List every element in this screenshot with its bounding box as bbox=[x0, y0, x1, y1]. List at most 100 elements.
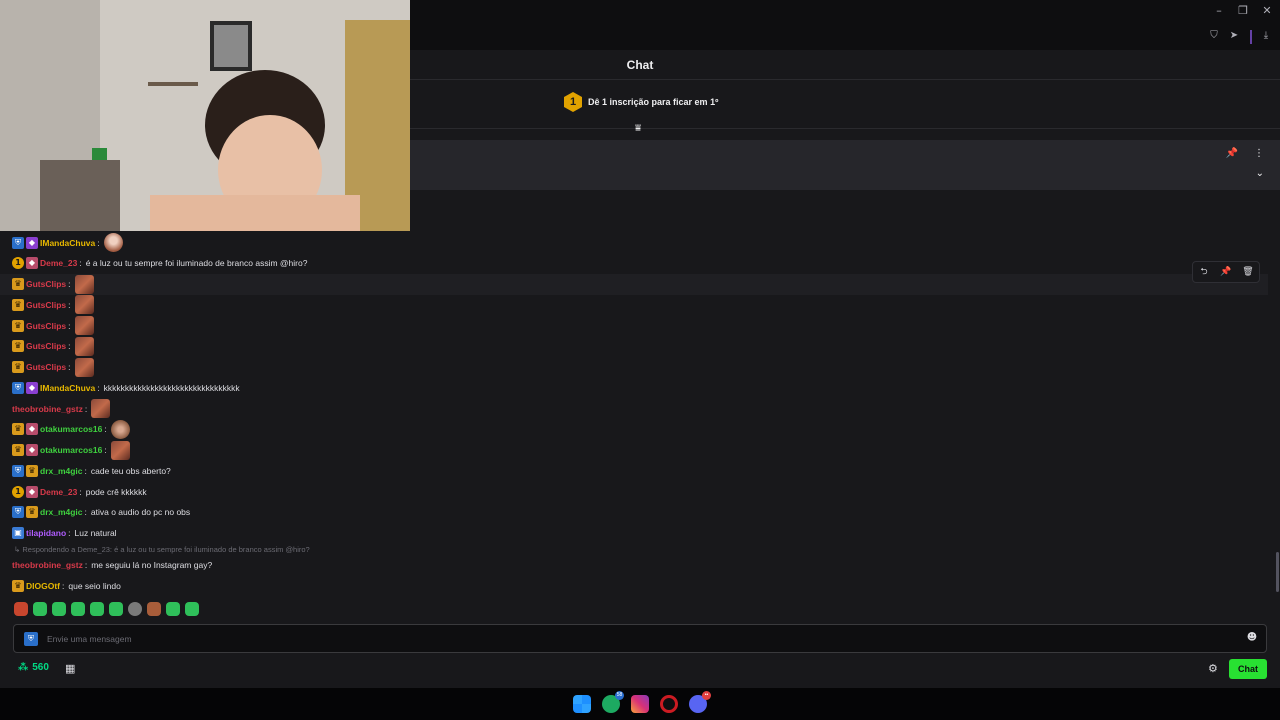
chat-emote[interactable] bbox=[110, 440, 130, 460]
chat-username[interactable]: tilapidano bbox=[26, 528, 66, 538]
emote-option[interactable] bbox=[128, 602, 142, 616]
emote-picker-icon[interactable]: ☻ bbox=[1246, 632, 1258, 644]
chat-scrollbar[interactable] bbox=[1276, 552, 1279, 592]
chat-emote[interactable] bbox=[74, 357, 94, 377]
chat-username[interactable]: GutsClips bbox=[26, 341, 66, 351]
pin-icon[interactable]: 📌 bbox=[1226, 148, 1238, 159]
chat-emote[interactable] bbox=[74, 336, 94, 356]
turbo-badge-icon[interactable]: ▣ bbox=[12, 527, 24, 539]
shield-icon[interactable]: ⛉ bbox=[1208, 30, 1220, 42]
chat-send-button[interactable]: Chat bbox=[1229, 659, 1267, 679]
reply-context[interactable]: ↳ Respondendo a Deme_23: é a luz ou tu s… bbox=[14, 545, 310, 554]
chat-username[interactable]: Deme_23 bbox=[40, 258, 77, 268]
pin-icon[interactable]: 📌 bbox=[1215, 262, 1237, 282]
crown-badge-icon[interactable]: ♛ bbox=[12, 444, 24, 456]
chat-emote[interactable] bbox=[74, 295, 94, 315]
reply-icon[interactable]: ⮌ bbox=[1193, 262, 1215, 282]
emote-option[interactable] bbox=[71, 602, 85, 616]
delete-icon[interactable]: 🗑 bbox=[1237, 262, 1259, 282]
close-icon[interactable]: ✕ bbox=[1260, 4, 1274, 18]
chat-message[interactable]: ♛ GutsClips: ⮌ 📌 🗑 bbox=[0, 260, 1268, 295]
chat-message[interactable]: theobrobine_gstz: me seguiu lá no Instagr… bbox=[12, 554, 212, 575]
emote-option[interactable] bbox=[14, 602, 28, 616]
download-icon[interactable]: ⤓ bbox=[1260, 30, 1272, 42]
subscriber-badge-icon[interactable]: ◆ bbox=[26, 381, 38, 394]
discord-icon[interactable]: •• bbox=[689, 691, 711, 713]
emote-option[interactable] bbox=[109, 602, 123, 616]
chat-message[interactable]: ⛨ ◆ IMandaChuva: kkkkkkkkkkkkkkkkkkkkkkkkkk… bbox=[12, 377, 240, 398]
chat-username[interactable]: DIOGOtf bbox=[26, 581, 60, 591]
whatsapp-icon[interactable]: 58 bbox=[602, 691, 624, 713]
chat-message-input[interactable] bbox=[47, 630, 1227, 648]
chat-message[interactable]: ♛ ◆ otakumarcos16: bbox=[12, 419, 130, 440]
chat-username[interactable]: drx_m4gic bbox=[40, 507, 83, 517]
chat-message[interactable]: ⛨ ♛ drx_m4gic: ativa o audio do pc no obs bbox=[12, 502, 190, 523]
channel-points[interactable]: ⁂ 560 bbox=[18, 662, 49, 673]
prime-badge-icon[interactable]: ⛨ bbox=[12, 381, 24, 394]
chat-username[interactable]: theobrobine_gstz bbox=[12, 560, 83, 570]
sub-badge-icon[interactable]: ◆ bbox=[26, 257, 38, 270]
crown-badge-icon[interactable]: ♛ bbox=[12, 278, 24, 290]
chat-username[interactable]: GutsClips bbox=[26, 362, 66, 372]
chat-emote[interactable] bbox=[110, 419, 130, 439]
crown-badge-icon[interactable]: ♛ bbox=[26, 464, 38, 477]
chat-username[interactable]: IMandaChuva bbox=[40, 238, 95, 248]
crown-badge-icon[interactable]: ♛ bbox=[12, 298, 24, 311]
chat-emote[interactable] bbox=[91, 399, 111, 418]
emote-option[interactable] bbox=[185, 602, 199, 616]
emote-option[interactable] bbox=[166, 602, 180, 616]
crown-badge-icon[interactable]: ♛ bbox=[26, 506, 38, 519]
chevron-down-icon[interactable]: ⌄ bbox=[1256, 168, 1264, 179]
send-icon[interactable]: ➤ bbox=[1228, 30, 1240, 42]
chat-username[interactable]: drx_m4gic bbox=[40, 466, 83, 476]
emote-option[interactable] bbox=[90, 602, 104, 616]
opera-gx-icon[interactable] bbox=[660, 695, 678, 713]
gift-leader-badge-icon[interactable]: 1 bbox=[12, 257, 24, 270]
restore-icon[interactable]: ❐ bbox=[1236, 4, 1250, 18]
emote-option[interactable] bbox=[52, 602, 66, 616]
chat-message[interactable]: ♛ ◆ otakumarcos16: bbox=[12, 440, 130, 461]
crown-badge-icon[interactable]: ♛ bbox=[12, 423, 24, 436]
gift-leader-badge-icon[interactable]: 1 bbox=[12, 485, 24, 498]
settings-icon[interactable]: ⚙ bbox=[1208, 662, 1218, 675]
instagram-icon[interactable] bbox=[631, 695, 649, 713]
expand-arrow-icon[interactable]: ⩸ bbox=[635, 123, 641, 134]
chat-message[interactable]: ♛ GutsClips: bbox=[12, 336, 94, 357]
chat-username[interactable]: theobrobine_gstz bbox=[12, 404, 83, 414]
chat-message[interactable]: ♛ GutsClips: bbox=[12, 357, 94, 378]
more-options-icon[interactable]: ⋮ bbox=[1254, 148, 1264, 159]
chat-message[interactable]: 1 ◆ Deme_23: é a luz ou tu sempre foi ilumi… bbox=[12, 253, 307, 274]
emote-option[interactable] bbox=[147, 602, 161, 616]
minimize-icon[interactable]: – bbox=[1212, 4, 1226, 18]
chat-message[interactable]: ♛ GutsClips: bbox=[12, 294, 94, 315]
chat-message[interactable]: ▣ tilapidano: Luz natural bbox=[12, 523, 117, 544]
chat-emote[interactable] bbox=[103, 233, 123, 252]
chat-message[interactable]: ⛨ ♛ drx_m4gic: cade teu obs aberto? bbox=[12, 460, 171, 481]
subscriber-badge-icon[interactable]: ◆ bbox=[26, 236, 38, 249]
chat-message[interactable]: 1 ◆ Deme_23: pode crê kkkkkk bbox=[12, 481, 147, 502]
chat-username[interactable]: IMandaChuva bbox=[40, 383, 95, 393]
chat-emote[interactable] bbox=[74, 274, 94, 294]
crown-badge-icon[interactable]: ♛ bbox=[12, 579, 24, 592]
chat-message[interactable]: ⛨ ◆ IMandaChuva: bbox=[12, 232, 123, 253]
prime-badge-icon[interactable]: ⛨ bbox=[24, 632, 38, 646]
sub-badge-icon[interactable]: ◆ bbox=[26, 444, 38, 456]
windows-start-icon[interactable] bbox=[573, 695, 591, 713]
crown-badge-icon[interactable]: ♛ bbox=[12, 340, 24, 353]
chat-message[interactable]: theobrobine_gstz: bbox=[12, 398, 111, 419]
sub-leaderboard-banner[interactable]: 1 Dê 1 inscrição para ficar em 1º ⩸ bbox=[410, 81, 1280, 134]
chat-username[interactable]: GutsClips bbox=[26, 300, 66, 310]
sub-badge-icon[interactable]: ◆ bbox=[26, 485, 38, 498]
crown-badge-icon[interactable]: ♛ bbox=[12, 319, 24, 332]
crown-badge-icon[interactable]: ♛ bbox=[12, 361, 24, 373]
sub-badge-icon[interactable]: ◆ bbox=[26, 423, 38, 436]
chat-message[interactable]: ♛ DIOGOtf: que seio lindo bbox=[12, 575, 121, 596]
store-icon[interactable]: ▦ bbox=[65, 662, 75, 675]
prime-badge-icon[interactable]: ⛨ bbox=[12, 236, 24, 249]
emote-option[interactable] bbox=[33, 602, 47, 616]
chat-username[interactable]: otakumarcos16 bbox=[40, 424, 102, 434]
chat-username[interactable]: GutsClips bbox=[26, 279, 66, 289]
prime-badge-icon[interactable]: ⛨ bbox=[12, 464, 24, 477]
chat-username[interactable]: Deme_23 bbox=[40, 487, 77, 497]
chat-username[interactable]: otakumarcos16 bbox=[40, 445, 102, 455]
